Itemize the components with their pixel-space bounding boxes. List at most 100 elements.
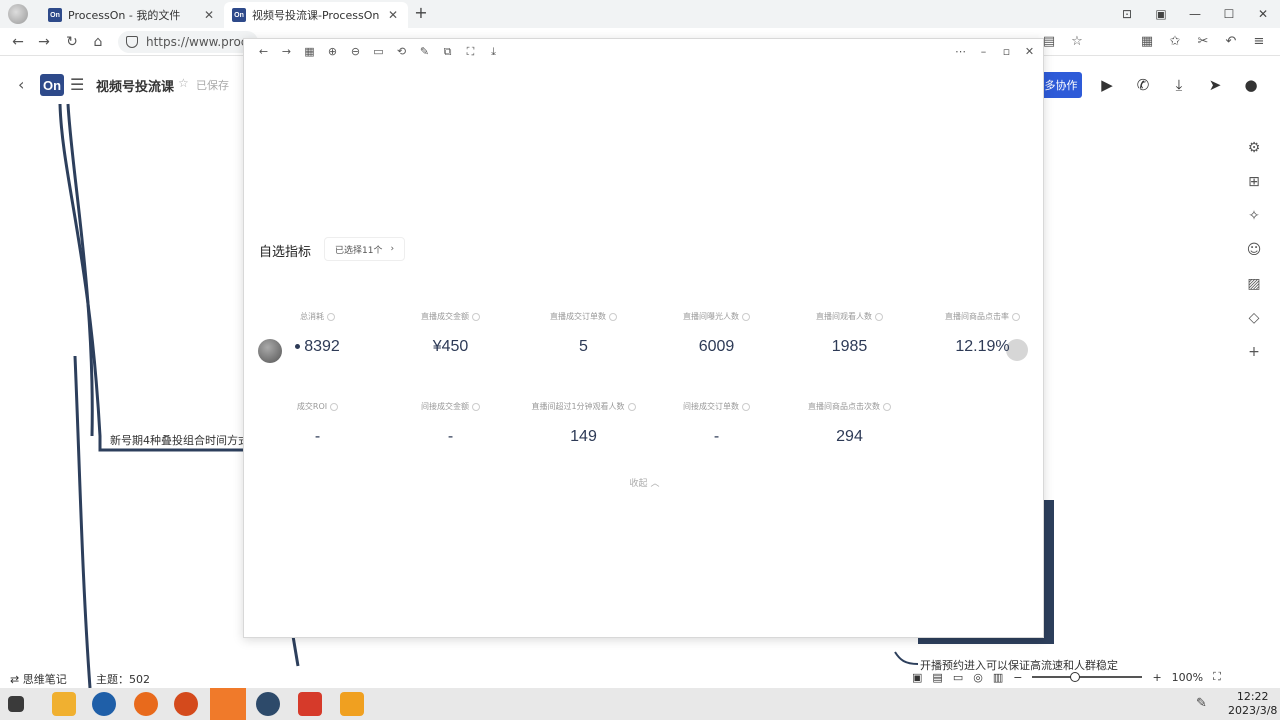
save-icon[interactable]: ⤓ bbox=[486, 44, 501, 59]
metric-exposure: 直播间曝光人数 6009 bbox=[650, 311, 783, 356]
video-app-icon[interactable] bbox=[340, 692, 364, 716]
reading-mode-icon[interactable]: ⊡ bbox=[1110, 0, 1144, 28]
favorite-star-icon[interactable]: ☆ bbox=[1064, 32, 1090, 52]
help-icon[interactable] bbox=[1012, 312, 1020, 321]
cut-icon[interactable]: ✂ bbox=[1190, 32, 1216, 52]
chip-label: 已选择11个 bbox=[335, 245, 383, 256]
fullscreen-icon[interactable]: ⛶ bbox=[463, 44, 478, 59]
collections-icon[interactable]: ▣ bbox=[1144, 0, 1178, 28]
help-icon[interactable] bbox=[627, 402, 636, 411]
metric-value: - bbox=[314, 428, 321, 445]
metric-value: 1985 bbox=[831, 338, 868, 355]
zoom-slider[interactable] bbox=[1032, 672, 1143, 682]
app-icon[interactable] bbox=[256, 692, 280, 716]
metric-product-clicks: 直播间商品点击次数 294 bbox=[783, 401, 916, 446]
maximize-icon[interactable]: ▫ bbox=[1001, 44, 1012, 59]
map-icon[interactable]: ▥ bbox=[993, 671, 1003, 684]
topic-count: 主题：502 bbox=[96, 673, 150, 686]
image-viewer-window: ← → ▦ ⊕ ⊖ ▭ ⟲ ✎ ⧉ ⛶ ⤓ ⋯ – ▫ ✕ 自选指标 已选择11… bbox=[243, 38, 1044, 638]
help-icon[interactable] bbox=[472, 402, 480, 411]
metric-value: - bbox=[447, 428, 454, 445]
viewer-back-icon[interactable]: ← bbox=[256, 44, 271, 59]
collapse-button[interactable]: 收起 ︿ bbox=[244, 476, 1045, 489]
actual-size-icon[interactable]: ▭ bbox=[371, 44, 386, 59]
more-icon[interactable]: ⋯ bbox=[955, 44, 966, 59]
metric-label: 成交ROI bbox=[296, 402, 328, 411]
minimize-icon[interactable]: — bbox=[1178, 0, 1212, 28]
metric-indirect-orders: 间接成交订单数 - bbox=[650, 401, 783, 446]
pen-icon[interactable]: ✎ bbox=[1196, 696, 1207, 711]
emoji-icon[interactable]: ☺ bbox=[1240, 238, 1268, 262]
edit-icon[interactable]: ✎ bbox=[417, 44, 432, 59]
zoom-in-icon[interactable]: + bbox=[1152, 671, 1161, 684]
help-icon[interactable] bbox=[609, 312, 617, 321]
rotate-icon[interactable]: ⟲ bbox=[394, 44, 409, 59]
active-app-icon[interactable] bbox=[210, 688, 246, 720]
magic-icon[interactable]: ✧ bbox=[1240, 204, 1268, 228]
help-icon[interactable] bbox=[327, 312, 335, 321]
metric-live-gmv: 直播成交金额 ¥450 bbox=[384, 311, 517, 356]
edge-browser-icon[interactable] bbox=[92, 692, 116, 716]
metric-value: 6009 bbox=[698, 338, 735, 355]
zoom-in-icon[interactable]: ⊕ bbox=[325, 44, 340, 59]
maximize-icon[interactable]: ☐ bbox=[1212, 0, 1246, 28]
zoom-knob[interactable] bbox=[1070, 672, 1081, 682]
help-icon[interactable] bbox=[742, 312, 750, 321]
browser-icon[interactable] bbox=[174, 692, 198, 716]
apps-grid-icon[interactable]: ▦ bbox=[1134, 32, 1160, 52]
image-icon[interactable]: ▨ bbox=[1240, 272, 1268, 296]
tab-course[interactable]: On 视频号投流课-ProcessOn ✕ bbox=[224, 2, 408, 28]
notes-button[interactable]: ⇄ 思维笔记 bbox=[10, 671, 67, 687]
style-settings-icon[interactable]: ⚙ bbox=[1240, 136, 1268, 160]
home-icon[interactable]: ⌂ bbox=[88, 32, 108, 52]
metric-label: 间接成交金额 bbox=[421, 402, 469, 411]
fit-icon[interactable]: ▣ bbox=[912, 671, 922, 684]
url-input[interactable]: https://www.proc bbox=[118, 31, 258, 53]
crop-icon[interactable]: ⧉ bbox=[440, 44, 455, 59]
processon-favicon-icon: On bbox=[232, 8, 246, 22]
menu-icon[interactable]: ≡ bbox=[1246, 32, 1272, 52]
metric-value: 12.19% bbox=[955, 338, 1010, 355]
mindmap-node[interactable]: 新号期4种叠投组合时间方式 bbox=[110, 432, 249, 448]
start-icon[interactable] bbox=[8, 696, 24, 712]
undo-icon[interactable]: ↶ bbox=[1218, 32, 1244, 52]
help-icon[interactable] bbox=[472, 312, 480, 321]
tab-label: 视频号投流课-ProcessOn bbox=[252, 9, 380, 22]
zoom-out-icon[interactable]: − bbox=[1013, 671, 1022, 684]
viewer-forward-icon[interactable]: → bbox=[279, 44, 294, 59]
profile-avatar[interactable] bbox=[8, 4, 28, 24]
help-icon[interactable] bbox=[883, 402, 891, 411]
tab-close-icon[interactable]: ✕ bbox=[386, 8, 400, 22]
file-explorer-icon[interactable] bbox=[52, 692, 76, 716]
outline-icon[interactable]: ▤ bbox=[932, 671, 942, 684]
forward-icon[interactable]: → bbox=[34, 32, 54, 52]
zoom-out-icon[interactable]: ⊖ bbox=[348, 44, 363, 59]
help-icon[interactable] bbox=[330, 402, 339, 411]
reload-icon[interactable]: ↻ bbox=[62, 32, 82, 52]
metric-1min-viewers: 直播间超过1分钟观看人数 149 bbox=[517, 401, 650, 446]
favorites-icon[interactable]: ✩ bbox=[1162, 32, 1188, 52]
tab-my-files[interactable]: On ProcessOn - 我的文件 ✕ bbox=[40, 2, 224, 28]
tab-close-icon[interactable]: ✕ bbox=[202, 8, 216, 22]
locate-icon[interactable]: ◎ bbox=[973, 671, 983, 684]
help-icon[interactable] bbox=[875, 312, 883, 321]
metric-value: - bbox=[713, 428, 720, 445]
fullscreen-icon[interactable]: ⛶ bbox=[1213, 670, 1221, 684]
close-icon[interactable]: ✕ bbox=[1024, 44, 1035, 59]
firefox-icon[interactable] bbox=[134, 692, 158, 716]
structure-icon[interactable]: ⊞ bbox=[1240, 170, 1268, 194]
clock-time: 12:22 bbox=[1236, 690, 1269, 703]
present-icon[interactable]: ▭ bbox=[953, 671, 963, 684]
viewer-grid-icon[interactable]: ▦ bbox=[302, 44, 317, 59]
selected-metrics-chip[interactable]: 已选择11个 › bbox=[324, 237, 406, 261]
system-clock[interactable]: 12:22 2023/3/8 bbox=[1228, 690, 1277, 718]
new-tab-button[interactable]: + bbox=[412, 4, 430, 22]
minimize-icon[interactable]: – bbox=[978, 44, 989, 59]
chevron-right-icon: › bbox=[390, 244, 395, 254]
close-window-icon[interactable]: ✕ bbox=[1246, 0, 1280, 28]
wps-icon[interactable] bbox=[298, 692, 322, 716]
help-icon[interactable] bbox=[742, 402, 750, 411]
add-icon[interactable]: + bbox=[1240, 340, 1268, 364]
back-icon[interactable]: ← bbox=[8, 32, 28, 52]
tag-icon[interactable]: ◇ bbox=[1240, 306, 1268, 330]
